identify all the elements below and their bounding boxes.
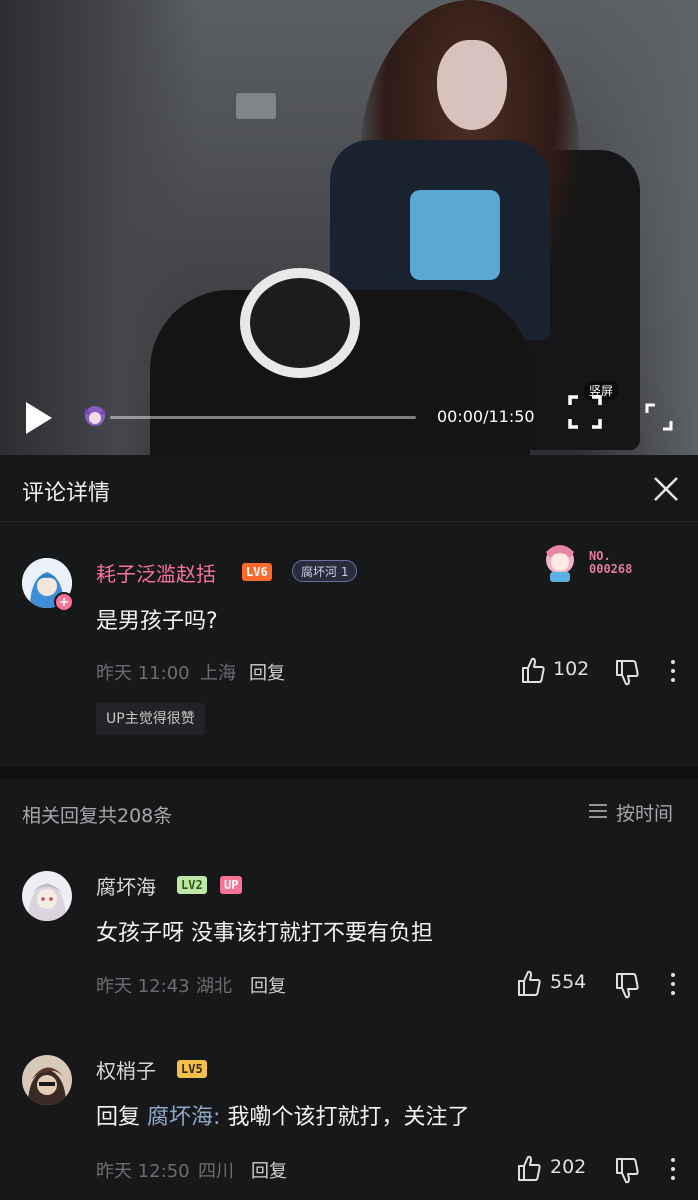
video-frame-shirt (410, 190, 500, 280)
comment-text: 是男孩子吗? (96, 609, 218, 634)
level-badge: LV2 (177, 876, 207, 894)
dislike-icon[interactable] (614, 658, 642, 688)
reply-prefix: 回复 (96, 1105, 141, 1130)
comment-text: 回复 腐坏海: 我嘞个该打就打，关注了 (96, 1099, 469, 1131)
avatar-image-icon (22, 871, 72, 921)
reply-button[interactable]: 回复 (251, 1157, 287, 1183)
decoration-number: NO. 000268 (589, 550, 632, 576)
username[interactable]: 腐坏海 (96, 871, 156, 900)
replies-header: 相关回复共208条 按时间 (0, 779, 698, 845)
sort-icon (589, 804, 607, 818)
play-icon[interactable] (20, 398, 56, 438)
username[interactable]: 权梢子 (96, 1055, 156, 1084)
vertical-screen-icon[interactable] (560, 383, 610, 438)
like-count: 554 (550, 971, 587, 993)
comment-detail-header: 评论详情 (0, 455, 698, 522)
progress-bar[interactable] (110, 416, 416, 419)
comment-text: 女孩子呀 没事该打就打不要有负担 (96, 921, 433, 946)
username[interactable]: 耗子泛滥赵括 (96, 558, 216, 587)
like-count: 102 (553, 658, 590, 680)
comment-time: 昨天 11:00 (96, 663, 190, 684)
decoration-card-icon (546, 545, 574, 582)
avatar[interactable] (22, 871, 72, 921)
decoration-number-value: 000268 (589, 562, 633, 576)
avatar-badge-icon (54, 592, 74, 612)
fullscreen-icon[interactable] (644, 402, 674, 432)
like-count: 202 (550, 1156, 587, 1178)
video-frame-device (240, 268, 360, 378)
time-display: 00:00/11:50 (437, 407, 535, 426)
like-icon[interactable] (520, 655, 546, 685)
comment-time: 昨天 12:43 (96, 976, 190, 997)
reply-button[interactable]: 回复 (250, 972, 286, 998)
up-badge: UP (220, 876, 243, 894)
reply-body: 我嘞个该打就打，关注了 (227, 1105, 470, 1130)
level-badge: LV6 (242, 563, 272, 581)
comment-location: 湖北 (196, 976, 232, 997)
comment-time: 昨天 12:50 (96, 1161, 190, 1182)
replies-count: 相关回复共208条 (22, 805, 173, 827)
video-player[interactable]: 00:00/11:50 竖屏 (0, 0, 698, 455)
reply-button[interactable]: 回复 (249, 659, 285, 685)
reply-to-username[interactable]: 腐坏海: (147, 1105, 220, 1130)
page-title: 评论详情 (22, 481, 111, 506)
avatar[interactable] (22, 1055, 72, 1105)
avatar-image-icon (22, 1055, 72, 1105)
sort-label: 按时间 (616, 803, 674, 825)
dislike-icon[interactable] (614, 1156, 642, 1186)
level-badge: LV5 (177, 1060, 207, 1078)
fan-medal-badge[interactable]: 腐坏河 1 (292, 560, 358, 582)
comment-location: 四川 (198, 1161, 234, 1182)
up-liked-tag: UP主觉得很赞 (96, 703, 205, 735)
video-frame-outlet (236, 93, 276, 119)
like-icon[interactable] (516, 1153, 542, 1183)
more-options-icon[interactable] (668, 659, 678, 683)
section-divider (0, 767, 698, 779)
close-icon[interactable] (650, 473, 682, 505)
like-icon[interactable] (516, 968, 542, 998)
video-frame-face (437, 40, 507, 130)
comment-location: 上海 (200, 663, 236, 684)
more-options-icon[interactable] (668, 1157, 678, 1181)
progress-mascot-icon[interactable] (82, 402, 108, 432)
dislike-icon[interactable] (614, 971, 642, 1001)
more-options-icon[interactable] (668, 972, 678, 996)
